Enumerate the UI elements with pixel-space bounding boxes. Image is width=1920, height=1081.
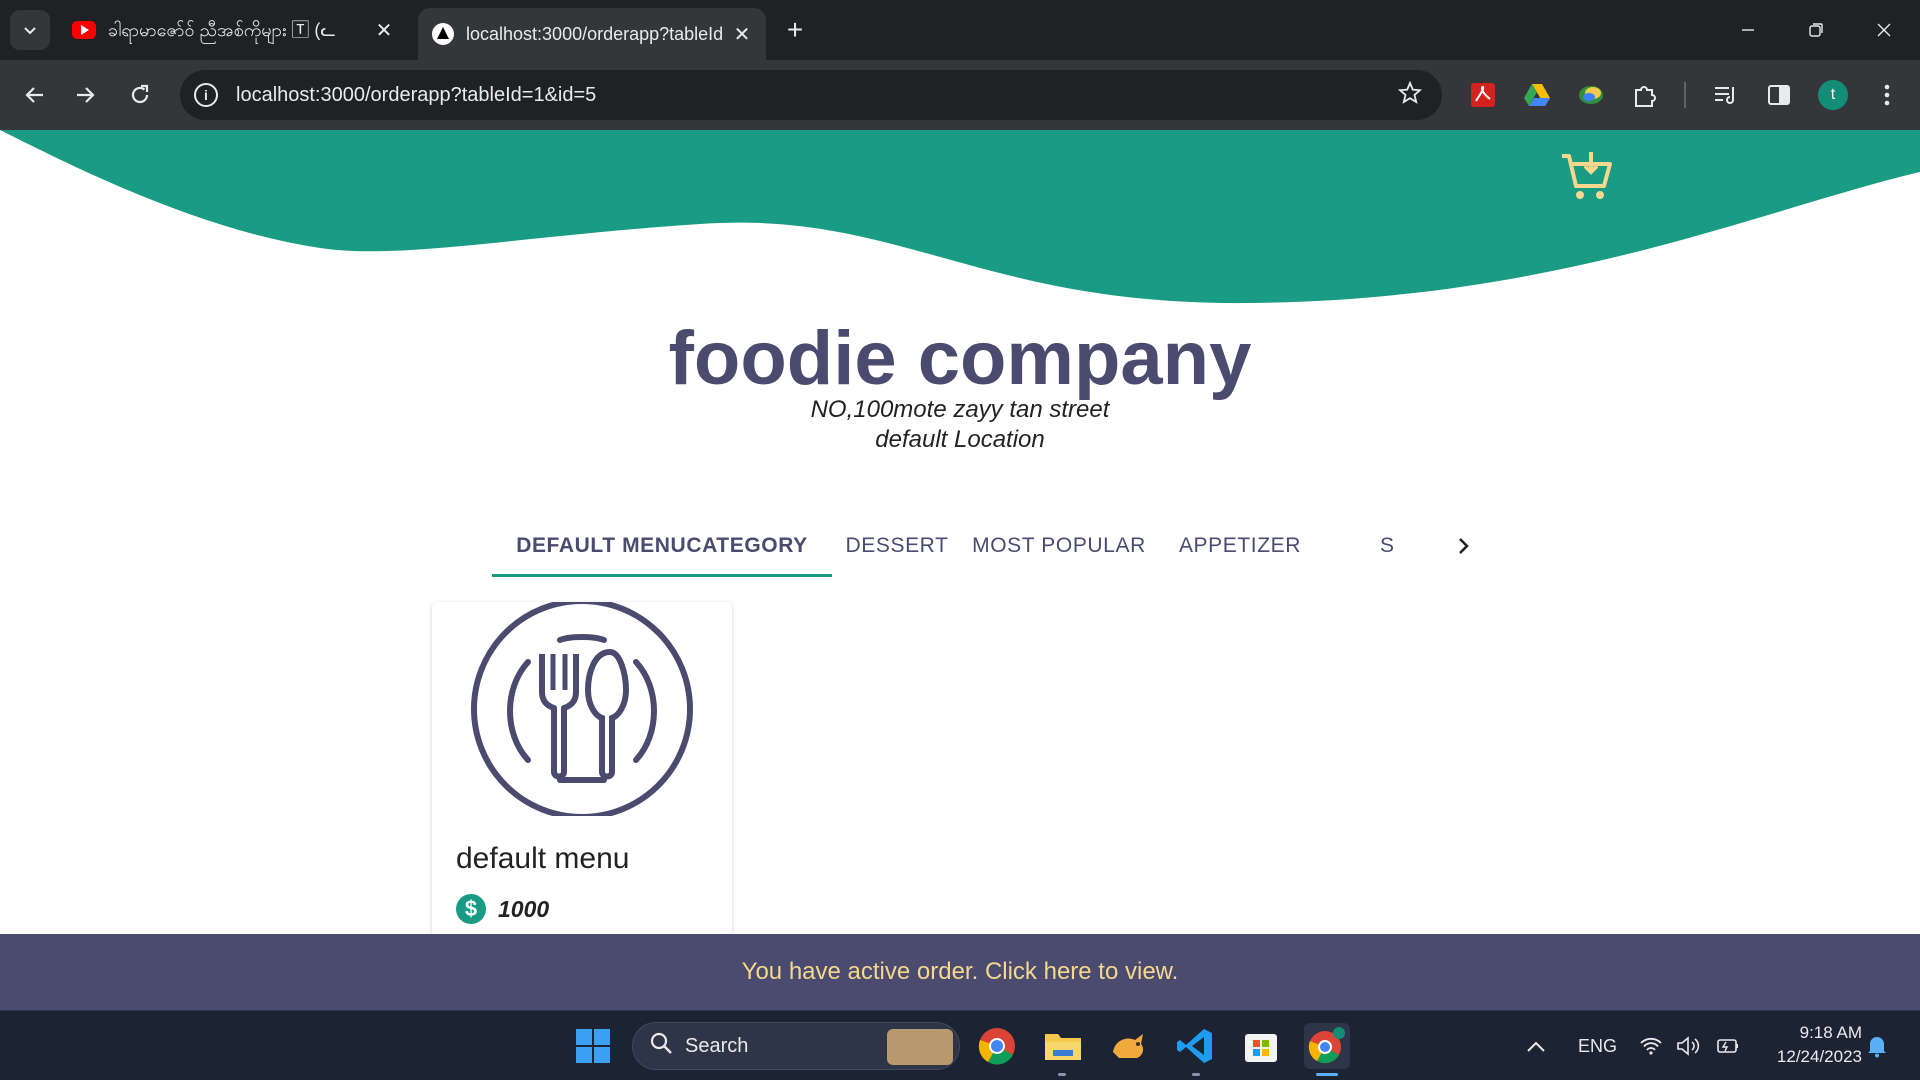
reload-icon	[131, 84, 149, 104]
more-menu-icon[interactable]	[1872, 80, 1902, 110]
search-placeholder: Search	[685, 1034, 749, 1057]
notification-bell-icon[interactable]	[1866, 1011, 1888, 1081]
running-indicator	[1058, 1073, 1066, 1076]
clock-time: 9:18 AM	[1799, 1023, 1862, 1042]
language-indicator[interactable]: ENG	[1578, 1011, 1617, 1081]
restore-icon	[1809, 23, 1823, 37]
youtube-icon	[72, 21, 96, 39]
address-location: default Location	[875, 426, 1045, 453]
reading-list-icon[interactable]	[1710, 80, 1740, 110]
system-clock[interactable]: 9:18 AM 12/24/2023	[1752, 1021, 1862, 1069]
restore-button[interactable]	[1782, 0, 1850, 60]
side-panel-icon[interactable]	[1764, 80, 1794, 110]
header-wave	[0, 130, 1920, 304]
menu-item-price-value: 1000	[498, 895, 550, 922]
order-app-page: foodie company NO,100mote zayy tan stree…	[0, 130, 1920, 935]
company-address: NO,100mote zayy tan street default Locat…	[0, 395, 1920, 455]
menu-item-price: $ 1000	[456, 894, 549, 924]
vscode-icon[interactable]	[1172, 1023, 1218, 1069]
clock-date: 12/24/2023	[1776, 1047, 1862, 1066]
active-tab-indicator	[492, 574, 832, 577]
browser-tab-localhost[interactable]: localhost:3000/orderapp?tableId ✕	[418, 8, 766, 60]
site-info-icon[interactable]: i	[194, 83, 218, 107]
browser-toolbar: i localhost:3000/orderapp?tableId=1&id=5…	[0, 60, 1920, 130]
arrow-right-icon	[77, 87, 95, 103]
cart-icon[interactable]	[1558, 148, 1614, 204]
browser-tab-youtube[interactable]: ခါရာမာဇော်ဝ် ညီအစ်ကိုများ 🅃 (ᓚ ✕	[58, 8, 408, 52]
minimize-icon	[1742, 29, 1754, 31]
chevron-down-icon	[24, 27, 36, 35]
menu-item-card[interactable]: default menu $ 1000	[432, 598, 732, 935]
close-icon[interactable]: ✕	[732, 22, 752, 47]
close-icon	[1877, 23, 1891, 37]
active-order-banner[interactable]: You have active order. Click here to vie…	[0, 934, 1920, 1010]
tray-overflow-icon[interactable]	[1526, 1011, 1546, 1081]
company-name: foodie company	[668, 316, 1252, 401]
forward-button[interactable]	[66, 75, 106, 115]
acrobat-extension-icon[interactable]	[1468, 80, 1498, 110]
minimize-button[interactable]	[1714, 0, 1782, 60]
tab-title: localhost:3000/orderapp?tableId	[466, 23, 724, 44]
bookmark-star-icon[interactable]	[1397, 80, 1423, 110]
menu-category-tabs: DEFAULT MENUCATEGORY DESSERT MOST POPULA…	[492, 515, 1478, 577]
arrow-left-icon	[25, 87, 43, 103]
dollar-icon: $	[456, 894, 486, 924]
taskbar-search[interactable]: Search	[632, 1022, 960, 1070]
close-icon[interactable]: ✕	[374, 18, 394, 43]
tab-appetizer[interactable]: APPETIZER	[1156, 515, 1324, 577]
menu-item-name: default menu	[456, 842, 630, 875]
reload-button[interactable]	[120, 75, 160, 115]
search-icon	[649, 1031, 673, 1061]
tabs-scroll-right-button[interactable]	[1448, 531, 1478, 561]
tab-dessert[interactable]: DESSERT	[832, 515, 962, 577]
running-indicator	[1192, 1073, 1200, 1076]
close-window-button[interactable]	[1850, 0, 1918, 60]
battery-icon[interactable]	[1714, 1011, 1740, 1081]
fork-spoon-plate-icon	[470, 598, 694, 820]
extensions-puzzle-icon[interactable]	[1630, 80, 1660, 110]
windows-start-icon[interactable]	[570, 1023, 616, 1069]
profile-avatar[interactable]: t	[1818, 80, 1848, 110]
tab-most-popular[interactable]: MOST POPULAR	[962, 515, 1156, 577]
back-button[interactable]	[14, 75, 54, 115]
chrome-icon[interactable]	[974, 1023, 1020, 1069]
browser-tab-strip: ခါရာမာဇော်ဝ် ညီအစ်ကိုများ 🅃 (ᓚ ✕ localho…	[0, 0, 1920, 60]
chevron-right-icon	[1459, 538, 1469, 554]
tab-title: ခါရာမာဇော်ဝ် ညီအစ်ကိုများ 🅃 (ᓚ	[108, 19, 336, 40]
address-bar[interactable]: i localhost:3000/orderapp?tableId=1&id=5	[180, 70, 1442, 120]
address-street: NO,100mote zayy tan street	[810, 396, 1110, 423]
tab-default-menucategory[interactable]: DEFAULT MENUCATEGORY	[492, 515, 832, 577]
microsoft-store-icon[interactable]	[1238, 1023, 1284, 1069]
file-explorer-icon[interactable]	[1040, 1023, 1086, 1069]
windows-taskbar: Search ENG 9:18 AM 12/24/2023	[0, 1010, 1920, 1080]
active-running-indicator	[1316, 1073, 1338, 1076]
chrome-profile-icon[interactable]	[1304, 1023, 1350, 1069]
pet-app-icon[interactable]	[1106, 1023, 1152, 1069]
search-highlight-image	[887, 1029, 953, 1065]
google-drive-extension-icon[interactable]	[1522, 80, 1552, 110]
colorful-extension-icon[interactable]	[1576, 80, 1606, 110]
url-text[interactable]: localhost:3000/orderapp?tableId=1&id=5	[236, 84, 1398, 107]
nextjs-icon	[432, 23, 454, 45]
wifi-icon[interactable]	[1640, 1011, 1662, 1081]
volume-icon[interactable]	[1676, 1011, 1702, 1081]
toolbar-divider	[1684, 82, 1686, 108]
tab-search-button[interactable]	[10, 10, 50, 50]
new-tab-button[interactable]: +	[780, 10, 810, 50]
